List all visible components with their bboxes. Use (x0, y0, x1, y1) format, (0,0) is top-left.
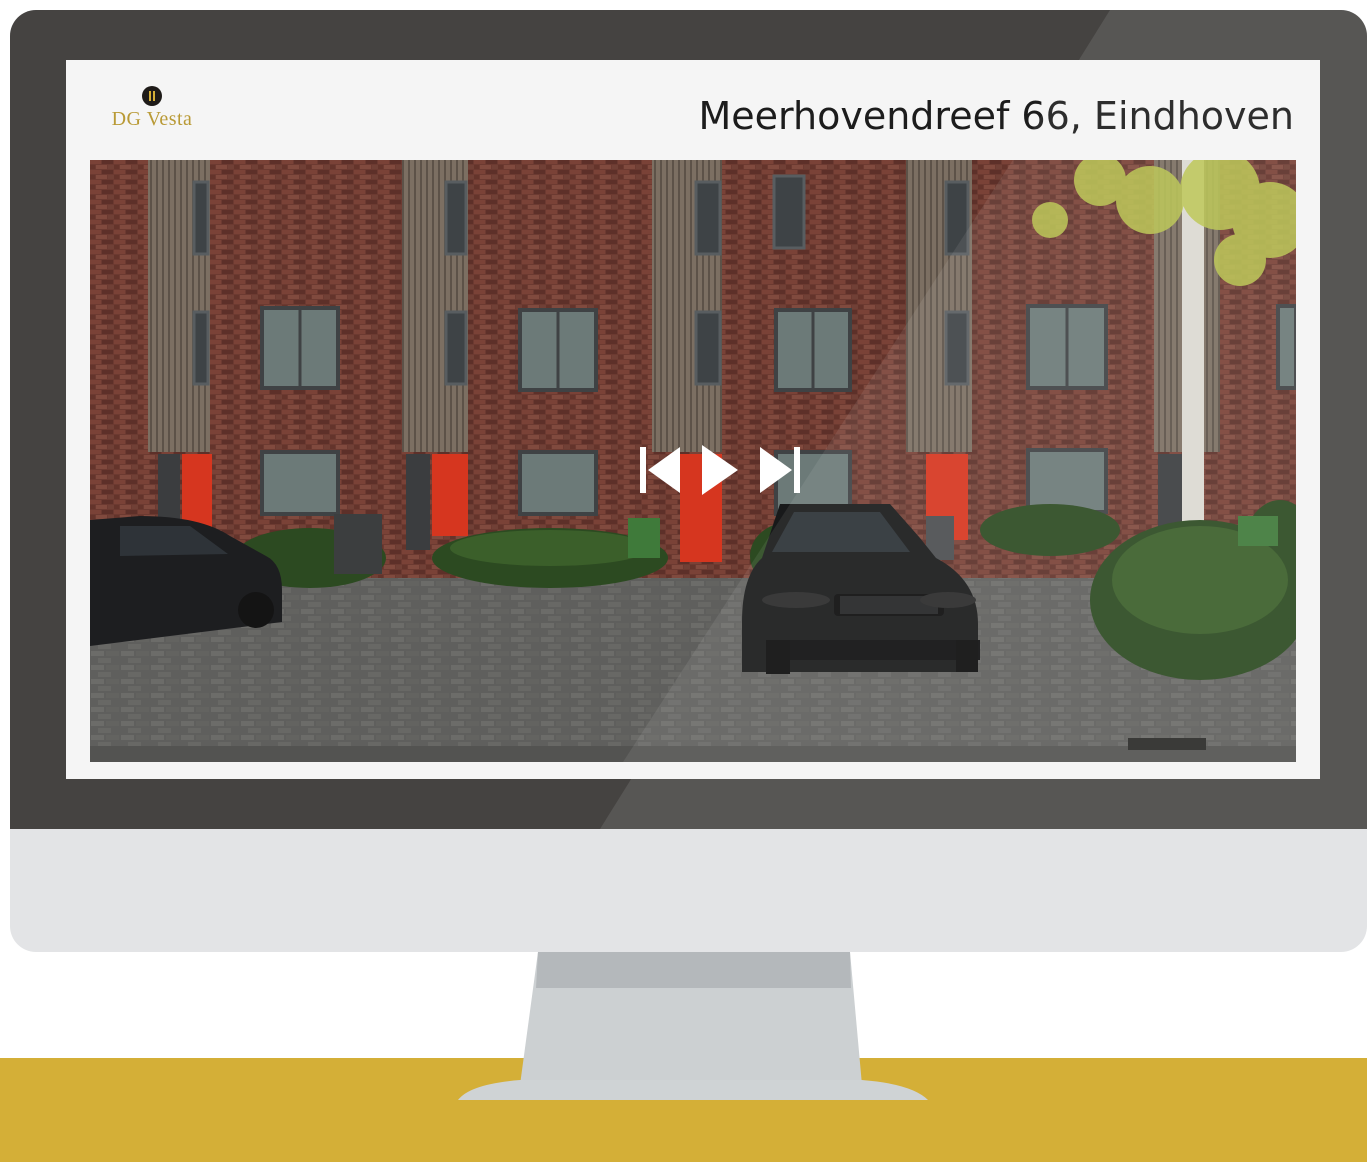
brand-logo[interactable]: DG Vesta (92, 86, 212, 146)
slideshow-controls (640, 445, 800, 495)
property-address-title: Meerhovendreef 66, Eindhoven (698, 94, 1294, 138)
dg-vesta-logo-icon (142, 86, 162, 106)
play-icon[interactable] (702, 445, 738, 495)
brand-name: DG Vesta (111, 108, 193, 130)
screen: DG Vesta Meerhovendreef 66, Eindhoven (66, 60, 1320, 779)
property-photo[interactable] (90, 160, 1296, 762)
monitor: DG Vesta Meerhovendreef 66, Eindhoven (10, 10, 1367, 952)
skip-next-icon[interactable] (760, 447, 800, 493)
skip-previous-icon[interactable] (640, 447, 680, 493)
floor-strip (0, 1058, 1367, 1162)
